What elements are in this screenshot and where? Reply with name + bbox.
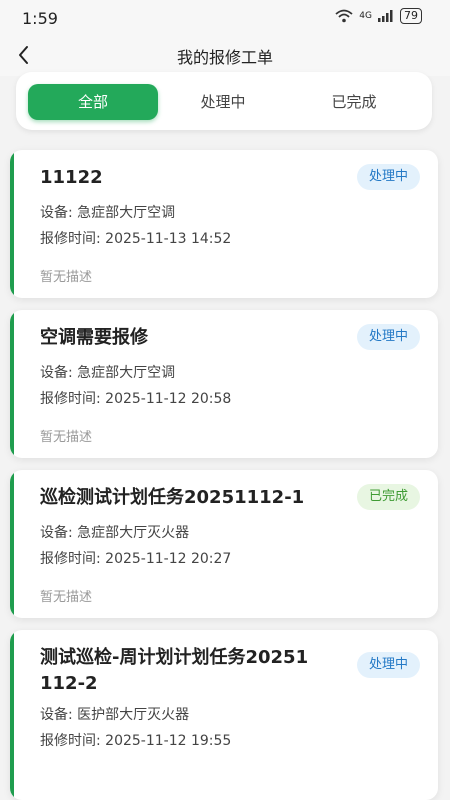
status-badge: 处理中 (356, 324, 420, 350)
battery-indicator: 79 (400, 8, 422, 24)
order-device: 设备: 急症部大厅灭火器 (40, 525, 190, 541)
order-title: 11122 (40, 167, 103, 188)
wifi-icon (335, 9, 353, 23)
tab-processing[interactable]: 处理中 (158, 84, 288, 120)
page-title: 我的报修工单 (176, 48, 273, 67)
order-time: 报修时间: 2025-11-12 20:58 (40, 391, 232, 407)
order-time: 报修时间: 2025-11-13 14:52 (40, 231, 232, 247)
tab-completed[interactable]: 已完成 (288, 84, 420, 120)
status-badge: 处理中 (356, 164, 420, 190)
status-bar: 1:59 4G 79 (0, 0, 450, 36)
order-title: 空调需要报修 (40, 327, 148, 348)
order-title: 测试巡检-周计划计划任务20251 (40, 647, 309, 668)
order-title: 巡检测试计划任务20251112-1 (40, 487, 305, 508)
order-description: 暂无描述 (40, 270, 93, 285)
order-card[interactable]: 巡检测试计划任务20251112-1 已完成 设备: 急症部大厅灭火器 报修时间… (10, 470, 438, 618)
network-label: 4G (359, 11, 372, 21)
order-card[interactable]: 测试巡检-周计划计划任务20251 112-2 处理中 设备: 医护部大厅灭火器… (10, 630, 438, 800)
tab-bar: 全部 处理中 已完成 (16, 72, 432, 130)
order-time: 报修时间: 2025-11-12 20:27 (40, 551, 232, 567)
status-icons: 4G 79 (335, 8, 422, 24)
status-badge: 处理中 (356, 652, 420, 678)
order-description: 暂无描述 (40, 590, 93, 605)
status-time: 1:59 (22, 9, 58, 28)
order-device: 设备: 急症部大厅空调 (40, 365, 176, 381)
signal-icon (378, 10, 393, 22)
tab-all[interactable]: 全部 (28, 84, 158, 120)
order-card[interactable]: 空调需要报修 处理中 设备: 急症部大厅空调 报修时间: 2025-11-12 … (10, 310, 438, 458)
order-description: 暂无描述 (40, 430, 93, 445)
order-device: 设备: 医护部大厅灭火器 (40, 707, 190, 723)
order-time: 报修时间: 2025-11-12 19:55 (40, 733, 232, 749)
nav-bar: 我的报修工单 (0, 36, 450, 76)
order-device: 设备: 急症部大厅空调 (40, 205, 176, 221)
status-badge: 已完成 (356, 484, 420, 510)
order-card[interactable]: 11122 处理中 设备: 急症部大厅空调 报修时间: 2025-11-13 1… (10, 150, 438, 298)
order-title-continued: 112-2 (40, 673, 98, 694)
